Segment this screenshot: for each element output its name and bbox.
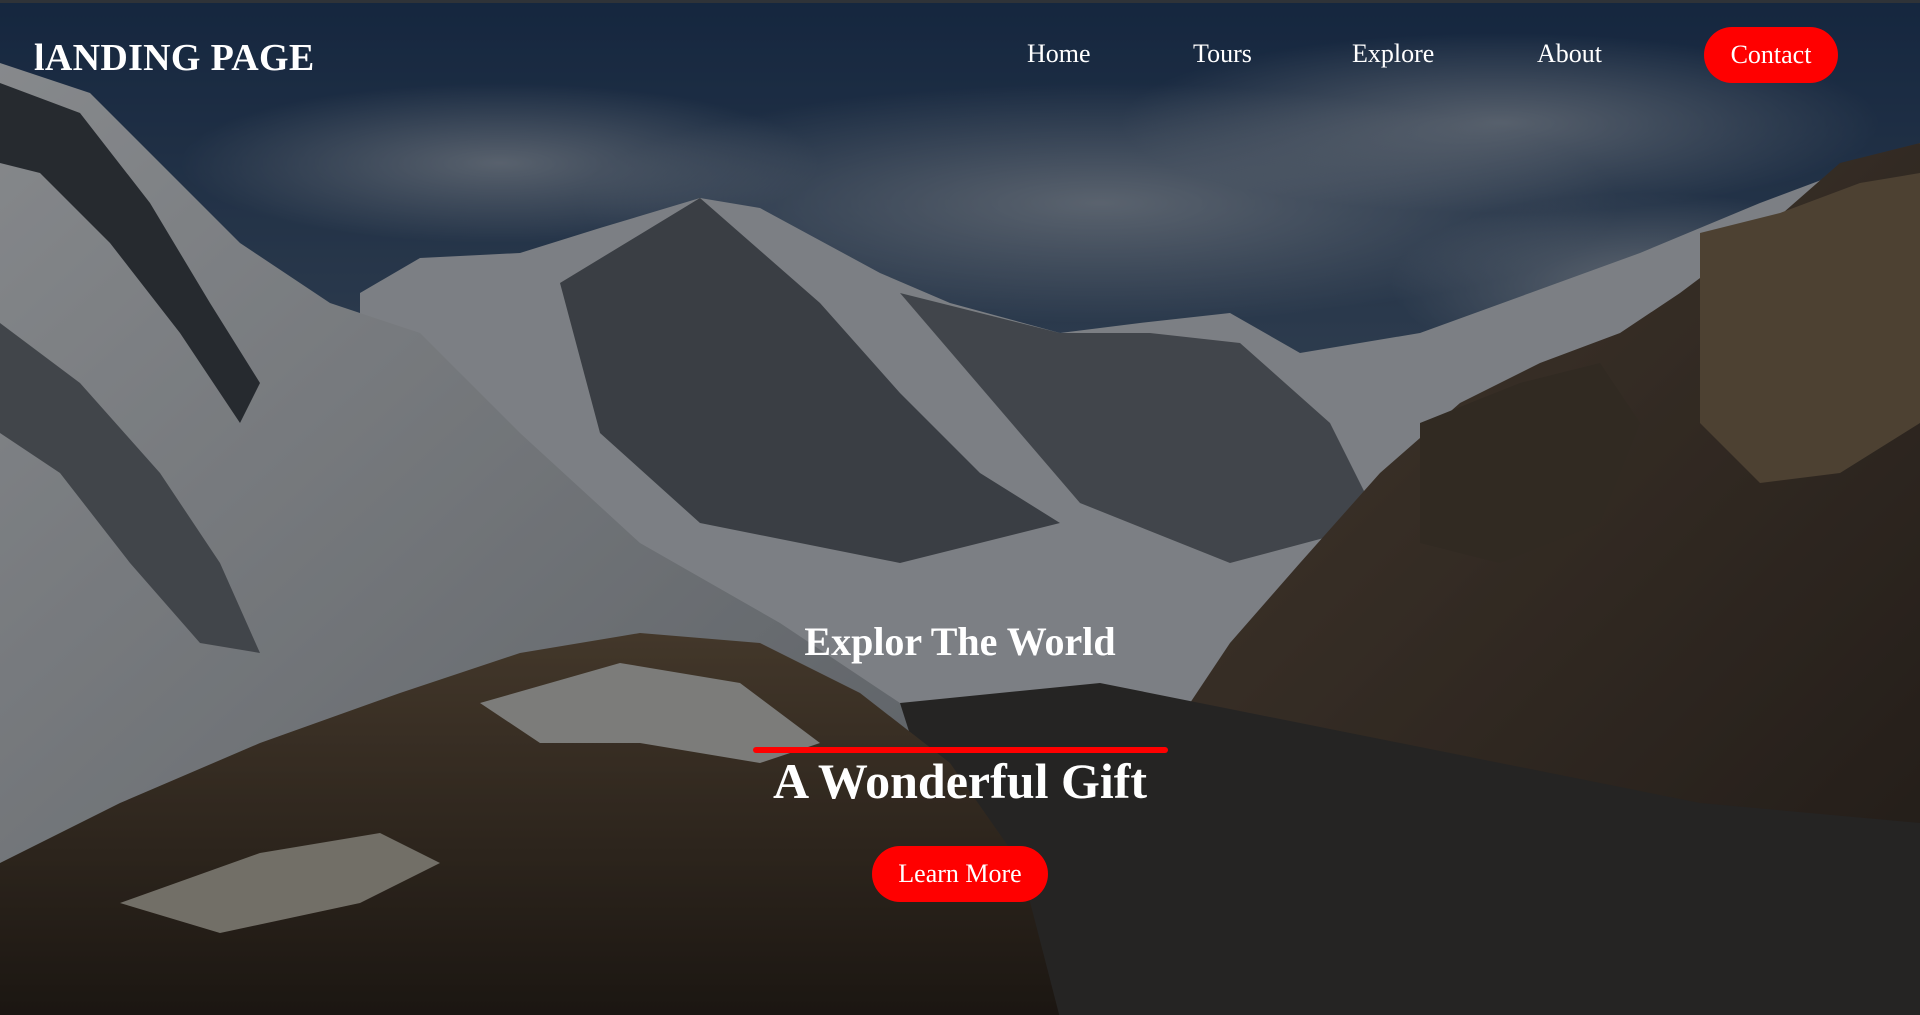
hero-subtitle: Explor The World [804,619,1116,664]
hero-title: A Wonderful Gift [772,753,1148,809]
nav-link-explore[interactable]: Explore [1352,39,1434,69]
hero-section: lANDING PAGE Home Tours Explore About Co… [0,0,1920,1015]
contact-button[interactable]: Contact [1704,27,1838,83]
learn-more-button[interactable]: Learn More [872,846,1048,902]
nav-link-tours[interactable]: Tours [1193,39,1252,69]
nav-link-about[interactable]: About [1537,39,1602,69]
site-logo[interactable]: lANDING PAGE [34,39,315,77]
nav-link-home[interactable]: Home [1027,39,1091,69]
